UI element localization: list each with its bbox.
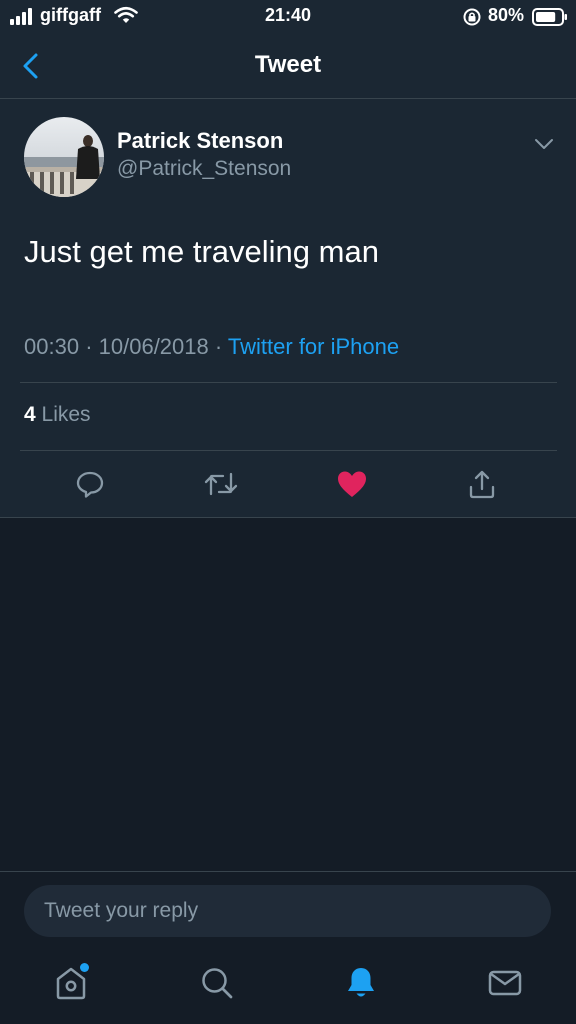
retweet-button[interactable] [203, 466, 239, 502]
chevron-down-icon[interactable] [532, 134, 556, 154]
tab-messages[interactable] [485, 963, 525, 1003]
tweet-meta: 00:30 · 10/06/2018 · Twitter for iPhone [24, 334, 399, 360]
tweet-time: 00:30 [24, 334, 80, 359]
avatar[interactable] [24, 117, 104, 197]
share-button[interactable] [464, 466, 500, 502]
reply-icon [76, 471, 104, 498]
rotation-lock-icon [463, 8, 481, 26]
tweet-date: 10/06/2018 [98, 334, 209, 359]
tab-search[interactable] [197, 963, 237, 1003]
notifications-icon [348, 968, 374, 997]
status-bar: giffgaff 21:40 80% [0, 0, 576, 34]
like-icon [338, 471, 366, 497]
likes-count[interactable]: 4 Likes [24, 403, 91, 427]
battery-icon [532, 8, 567, 26]
share-icon [469, 470, 495, 499]
retweet-icon [204, 472, 238, 496]
divider [20, 450, 557, 451]
like-button[interactable] [334, 466, 370, 502]
likes-number: 4 [24, 403, 36, 426]
meta-separator: · [214, 334, 223, 359]
notification-dot [80, 963, 89, 972]
meta-separator: · [85, 334, 93, 359]
tweet-text: Just get me traveling man [24, 234, 379, 269]
author-name[interactable]: Patrick Stenson [117, 128, 283, 154]
divider [0, 517, 576, 518]
tweet-source-link[interactable]: Twitter for iPhone [228, 334, 399, 359]
reply-button[interactable] [72, 466, 108, 502]
battery-percent: 80% [488, 5, 525, 25]
likes-label: Likes [41, 403, 91, 426]
search-icon [202, 968, 233, 999]
reply-input[interactable] [24, 885, 551, 937]
divider [20, 382, 557, 383]
page-title: Tweet [254, 51, 322, 78]
messages-icon [488, 970, 522, 996]
avatar-photo [24, 117, 104, 197]
author-handle[interactable]: @Patrick_Stenson [117, 157, 291, 181]
reply-bar [0, 871, 576, 957]
tab-notifications[interactable] [341, 963, 381, 1003]
nav-bar: Tweet [0, 34, 576, 99]
